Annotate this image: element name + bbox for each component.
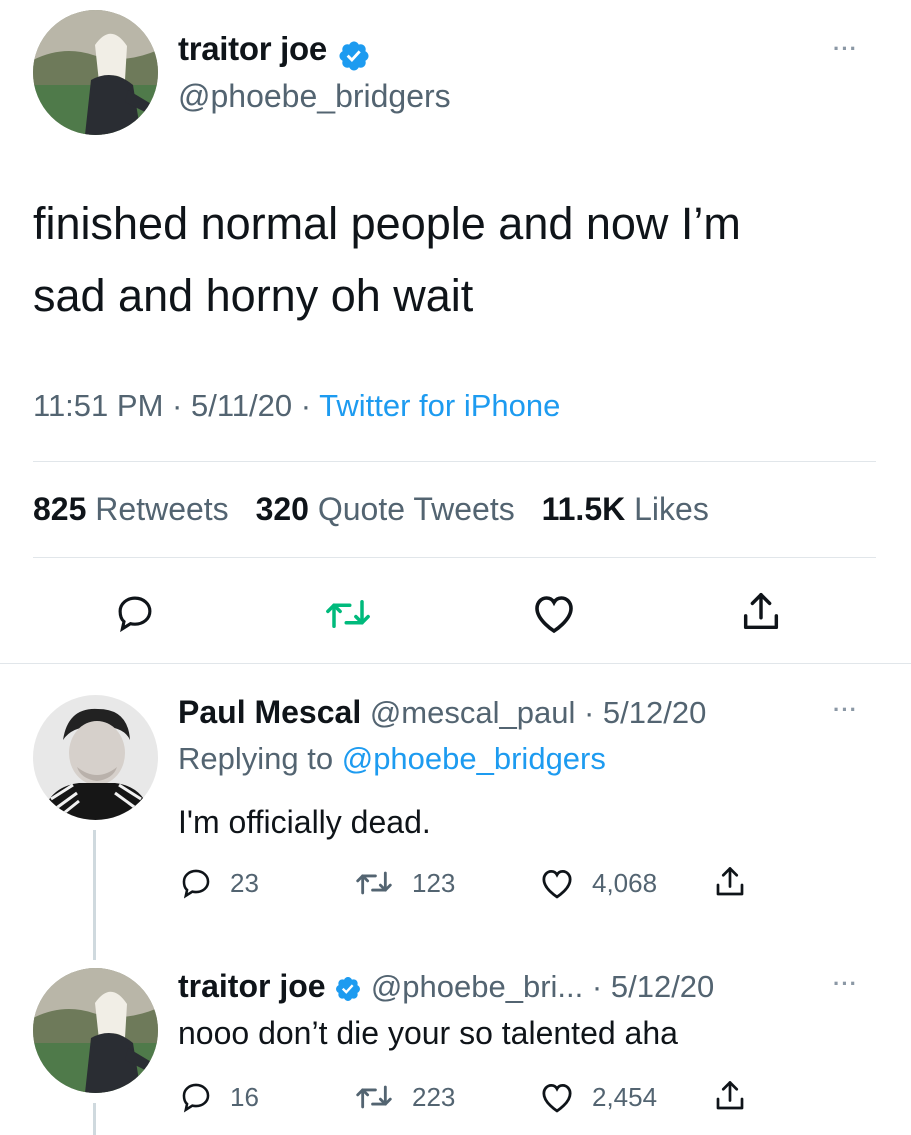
- like-icon: [542, 870, 572, 899]
- divider: [0, 663, 911, 664]
- share-icon[interactable]: [738, 589, 784, 635]
- retweet-icon: [356, 1085, 392, 1109]
- divider: [33, 461, 876, 462]
- reply-icon: [182, 869, 210, 899]
- more-icon[interactable]: ···: [833, 697, 858, 723]
- reply-date[interactable]: 5/12/20: [603, 695, 706, 730]
- reply-date[interactable]: 5/12/20: [611, 969, 714, 1004]
- tweet-text-line-2: sad and horny oh wait: [33, 270, 474, 321]
- author-handle[interactable]: @phoebe_bridgers: [178, 78, 451, 115]
- retweet-count-button[interactable]: 123: [352, 866, 455, 900]
- reply-count-button[interactable]: 23: [178, 866, 259, 900]
- more-icon[interactable]: ···: [833, 36, 858, 62]
- avatar-traitor-joe[interactable]: [33, 968, 158, 1093]
- tweet-stats: 825 Retweets 320 Quote Tweets 11.5K Like…: [33, 491, 709, 528]
- more-icon[interactable]: ···: [833, 971, 858, 997]
- likes-stat[interactable]: 11.5K Likes: [542, 491, 709, 527]
- display-name[interactable]: traitor joe: [178, 968, 326, 1004]
- reply-header: Paul Mescal @mescal_paul · 5/12/20: [178, 694, 707, 730]
- reply-icon[interactable]: [112, 592, 158, 634]
- tweet-text: finished normal people and now I’m sad a…: [33, 188, 893, 332]
- display-name[interactable]: Paul Mescal: [178, 694, 361, 730]
- author-handle[interactable]: @mescal_paul: [370, 695, 576, 730]
- reply-text: I'm officially dead.: [178, 804, 431, 840]
- tweet-meta: 11:51 PM · 5/11/20 · Twitter for iPhone: [33, 388, 561, 423]
- verified-badge-icon: [334, 975, 362, 1003]
- retweet-count-button[interactable]: 223: [352, 1080, 455, 1114]
- display-name[interactable]: traitor joe: [178, 30, 327, 67]
- retweet-icon[interactable]: [322, 593, 374, 635]
- reply-header: traitor joe @phoebe_bri... · 5/12/20: [178, 968, 715, 1004]
- avatar-paul-mescal[interactable]: [33, 695, 158, 820]
- author-handle[interactable]: @phoebe_bri...: [371, 969, 583, 1004]
- tweet-date[interactable]: 5/11/20: [191, 388, 292, 423]
- like-count-button[interactable]: 2,454: [538, 1080, 657, 1114]
- like-icon: [542, 1084, 572, 1113]
- tweet-time[interactable]: 11:51 PM: [33, 388, 163, 423]
- reply-icon: [182, 1083, 210, 1113]
- share-icon[interactable]: [712, 864, 748, 900]
- tweet-source[interactable]: Twitter for iPhone: [319, 388, 560, 423]
- retweets-stat[interactable]: 825 Retweets: [33, 491, 229, 527]
- retweet-icon: [356, 871, 392, 895]
- like-count-button[interactable]: 4,068: [538, 866, 657, 900]
- share-icon[interactable]: [712, 1078, 748, 1114]
- quotes-stat[interactable]: 320 Quote Tweets: [256, 491, 515, 527]
- reply-count-button[interactable]: 16: [178, 1080, 259, 1114]
- divider: [33, 557, 876, 558]
- verified-badge-icon: [337, 39, 371, 73]
- like-icon[interactable]: [530, 591, 578, 635]
- thread-line: [93, 1103, 96, 1135]
- avatar-traitor-joe[interactable]: [33, 10, 158, 135]
- replying-to: Replying to @phoebe_bridgers: [178, 741, 606, 776]
- mention-link[interactable]: @phoebe_bridgers: [342, 741, 606, 776]
- author-name-row: traitor joe: [178, 30, 371, 73]
- tweet-text-line-1: finished normal people and now I’m: [33, 198, 741, 249]
- reply-text: nooo don’t die your so talented aha: [178, 1015, 678, 1051]
- thread-line: [93, 830, 96, 960]
